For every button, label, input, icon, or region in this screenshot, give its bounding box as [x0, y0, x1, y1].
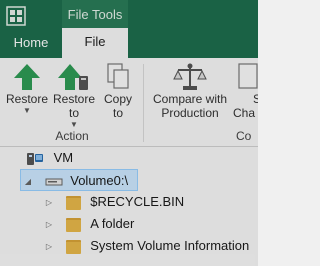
tree-label-folder: $RECYCLE.BIN — [90, 194, 185, 209]
restore-to-icon — [58, 64, 88, 90]
restore-label: Restore — [6, 92, 49, 106]
compare-label-line1: Compare with — [152, 92, 228, 106]
document-icon — [238, 63, 258, 89]
compare-with-production-button[interactable]: Compare with Production — [150, 62, 230, 120]
partial-ribbon-button[interactable]: S Cha — [233, 62, 258, 120]
tree-node-volume[interactable]: ◢ Volume0:\ — [20, 169, 138, 191]
partial-label-line2: Cha — [233, 106, 256, 120]
collapsed-triangle-icon[interactable]: ▷ — [44, 214, 54, 236]
tree-node-a-folder[interactable]: ▷ A folder — [44, 213, 134, 235]
tree-label-folder: System Volume Information — [90, 238, 250, 253]
tree-node-system-volume-information[interactable]: ▷ System Volume Information — [44, 235, 249, 257]
restore-button[interactable]: Restore ▼ — [6, 62, 48, 116]
compare-label-line2: Production — [161, 106, 219, 120]
tab-file[interactable]: File — [62, 28, 128, 58]
partial-label-line1: S — [253, 92, 258, 106]
restore-to-label: Restore to — [52, 92, 96, 120]
folder-icon — [65, 239, 81, 254]
collapsed-triangle-icon[interactable]: ▷ — [44, 236, 54, 258]
tree-label-folder: A folder — [90, 216, 135, 231]
tree-label-volume: Volume0:\ — [70, 173, 129, 188]
tree-label-vm: VM — [53, 150, 74, 165]
file-tree: VM ◢ Volume0:\ ▷ $RECYCLE.BIN ▷ A folder… — [0, 147, 258, 266]
copy-icon — [107, 63, 129, 89]
app-logo-icon — [6, 6, 26, 26]
ribbon-separator — [143, 64, 144, 142]
server-icon — [27, 152, 43, 165]
scale-icon — [173, 63, 207, 90]
copy-to-label-line1: Copy — [103, 92, 132, 106]
folder-icon — [65, 195, 81, 210]
group-label-action: Action — [55, 129, 89, 143]
group-label-partial: Co — [236, 129, 252, 143]
tree-node-recycle-bin[interactable]: ▷ $RECYCLE.BIN — [44, 191, 184, 213]
drive-icon — [45, 178, 63, 186]
tab-home[interactable]: Home — [6, 31, 56, 58]
expanded-triangle-icon[interactable]: ◢ — [23, 171, 33, 193]
copy-to-button[interactable]: Copy to — [101, 62, 135, 120]
restore-arrow-icon — [14, 64, 40, 90]
folder-icon — [65, 217, 81, 232]
collapsed-triangle-icon[interactable]: ▷ — [44, 192, 54, 214]
tree-node-vm[interactable]: VM — [26, 147, 73, 169]
restore-to-button[interactable]: Restore to ▼ — [52, 62, 96, 130]
chevron-down-icon: ▼ — [23, 106, 31, 115]
copy-to-label-line2: to — [112, 106, 123, 120]
contextual-tab-header: File Tools — [62, 0, 128, 28]
